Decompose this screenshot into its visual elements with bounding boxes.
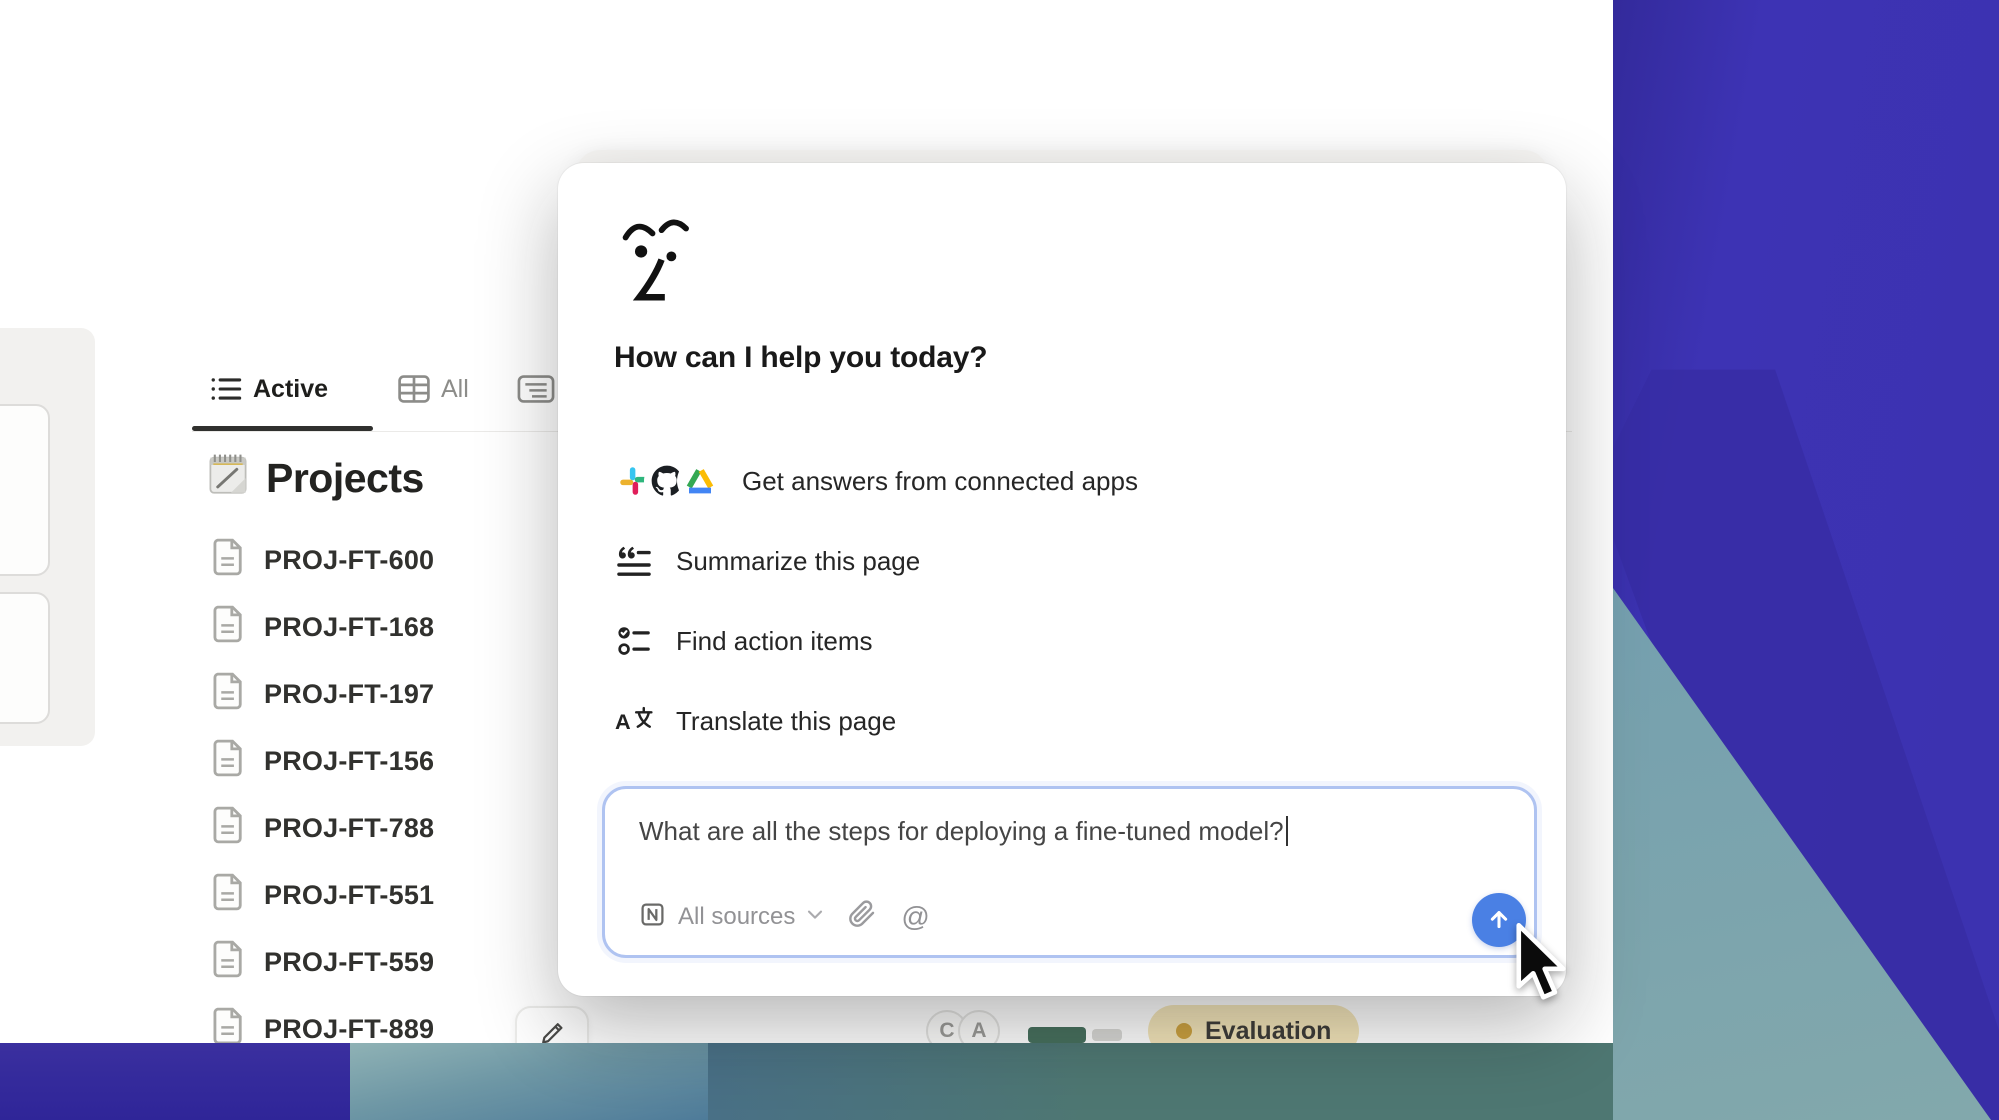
- chevron-down-icon: [807, 908, 823, 926]
- tab-all-view[interactable]: All: [398, 368, 469, 410]
- assistant-menu: Get answers from connected apps Summariz…: [614, 441, 1494, 761]
- menu-item-action-items[interactable]: Find action items: [614, 601, 1494, 681]
- tab-label: All: [441, 375, 469, 404]
- svg-text:A: A: [615, 709, 631, 734]
- screen: Active All: [0, 0, 1999, 1120]
- edit-button[interactable]: [515, 1006, 589, 1043]
- board-card[interactable]: [0, 404, 50, 576]
- menu-item-label: Summarize this page: [676, 546, 920, 577]
- board-column-panel: [0, 328, 95, 746]
- page-icon: [212, 940, 246, 985]
- menu-item-translate[interactable]: A Translate this page: [614, 681, 1494, 761]
- feed-view-icon: [517, 375, 555, 403]
- tab-feed-view[interactable]: [517, 368, 555, 410]
- page-title: Projects: [206, 450, 424, 506]
- ai-assistant-dialog: How can I help you today?: [558, 163, 1566, 996]
- desktop-wallpaper: [1613, 0, 1999, 1120]
- menu-item-label: Find action items: [676, 626, 873, 657]
- project-list: PROJ-FT-600 PROJ-FT-168 PROJ-FT-197 PROJ…: [212, 527, 434, 1043]
- prompt-input[interactable]: What are all the steps for deploying a f…: [602, 786, 1537, 958]
- google-drive-icon: [680, 461, 720, 501]
- project-row[interactable]: PROJ-FT-197: [212, 661, 434, 728]
- connected-app-icons: [614, 461, 720, 501]
- desktop-wallpaper-bottom: [0, 1043, 1613, 1120]
- active-tab-indicator: [192, 426, 373, 431]
- sources-selector[interactable]: All sources: [639, 901, 823, 933]
- page-icon: [212, 739, 246, 784]
- assistant-greeting: How can I help you today?: [614, 341, 987, 375]
- progress-bar: [1028, 1027, 1122, 1043]
- project-row[interactable]: PROJ-FT-889: [212, 996, 434, 1043]
- pencil-icon: [537, 1018, 567, 1043]
- project-row[interactable]: PROJ-FT-156: [212, 728, 434, 795]
- menu-item-summarize[interactable]: Summarize this page: [614, 521, 1494, 601]
- tab-label: Active: [253, 375, 328, 404]
- assignee-avatars[interactable]: C A: [926, 1010, 1000, 1043]
- notepad-icon: [206, 450, 250, 506]
- checklist-icon: [614, 624, 654, 658]
- notion-logo-icon: [639, 901, 666, 933]
- arrow-up-icon: [1485, 905, 1513, 936]
- composer-toolbar: All sources @: [639, 900, 930, 933]
- page-icon: [212, 873, 246, 918]
- project-row[interactable]: PROJ-FT-551: [212, 862, 434, 929]
- page-icon: [212, 1007, 246, 1043]
- text-caret: [1286, 816, 1288, 846]
- quote-lines-icon: [614, 544, 654, 578]
- page-icon: [212, 806, 246, 851]
- page-icon: [212, 605, 246, 650]
- status-dot-icon: [1176, 1023, 1192, 1039]
- page-icon: [212, 538, 246, 583]
- board-card[interactable]: [0, 592, 50, 724]
- table-view-icon: [398, 375, 430, 403]
- status-badge[interactable]: Evaluation: [1148, 1005, 1359, 1043]
- tab-active-view[interactable]: Active: [210, 368, 328, 410]
- menu-item-label: Translate this page: [676, 706, 896, 737]
- mouse-cursor: [1512, 921, 1570, 1012]
- project-row[interactable]: PROJ-FT-600: [212, 527, 434, 594]
- translate-icon: A: [614, 706, 654, 736]
- sources-label: All sources: [678, 903, 795, 931]
- menu-item-connected-apps[interactable]: Get answers from connected apps: [614, 441, 1494, 521]
- menu-item-label: Get answers from connected apps: [742, 466, 1138, 497]
- notion-ai-face-icon: [614, 213, 696, 308]
- project-row[interactable]: PROJ-FT-168: [212, 594, 434, 661]
- page-icon: [212, 672, 246, 717]
- avatar: A: [958, 1010, 1000, 1043]
- attach-file-button[interactable]: [848, 900, 876, 933]
- list-view-icon: [210, 376, 242, 402]
- prompt-text: What are all the steps for deploying a f…: [639, 816, 1288, 847]
- project-row[interactable]: PROJ-FT-788: [212, 795, 434, 862]
- project-row[interactable]: PROJ-FT-559: [212, 929, 434, 996]
- mention-button[interactable]: @: [901, 901, 929, 933]
